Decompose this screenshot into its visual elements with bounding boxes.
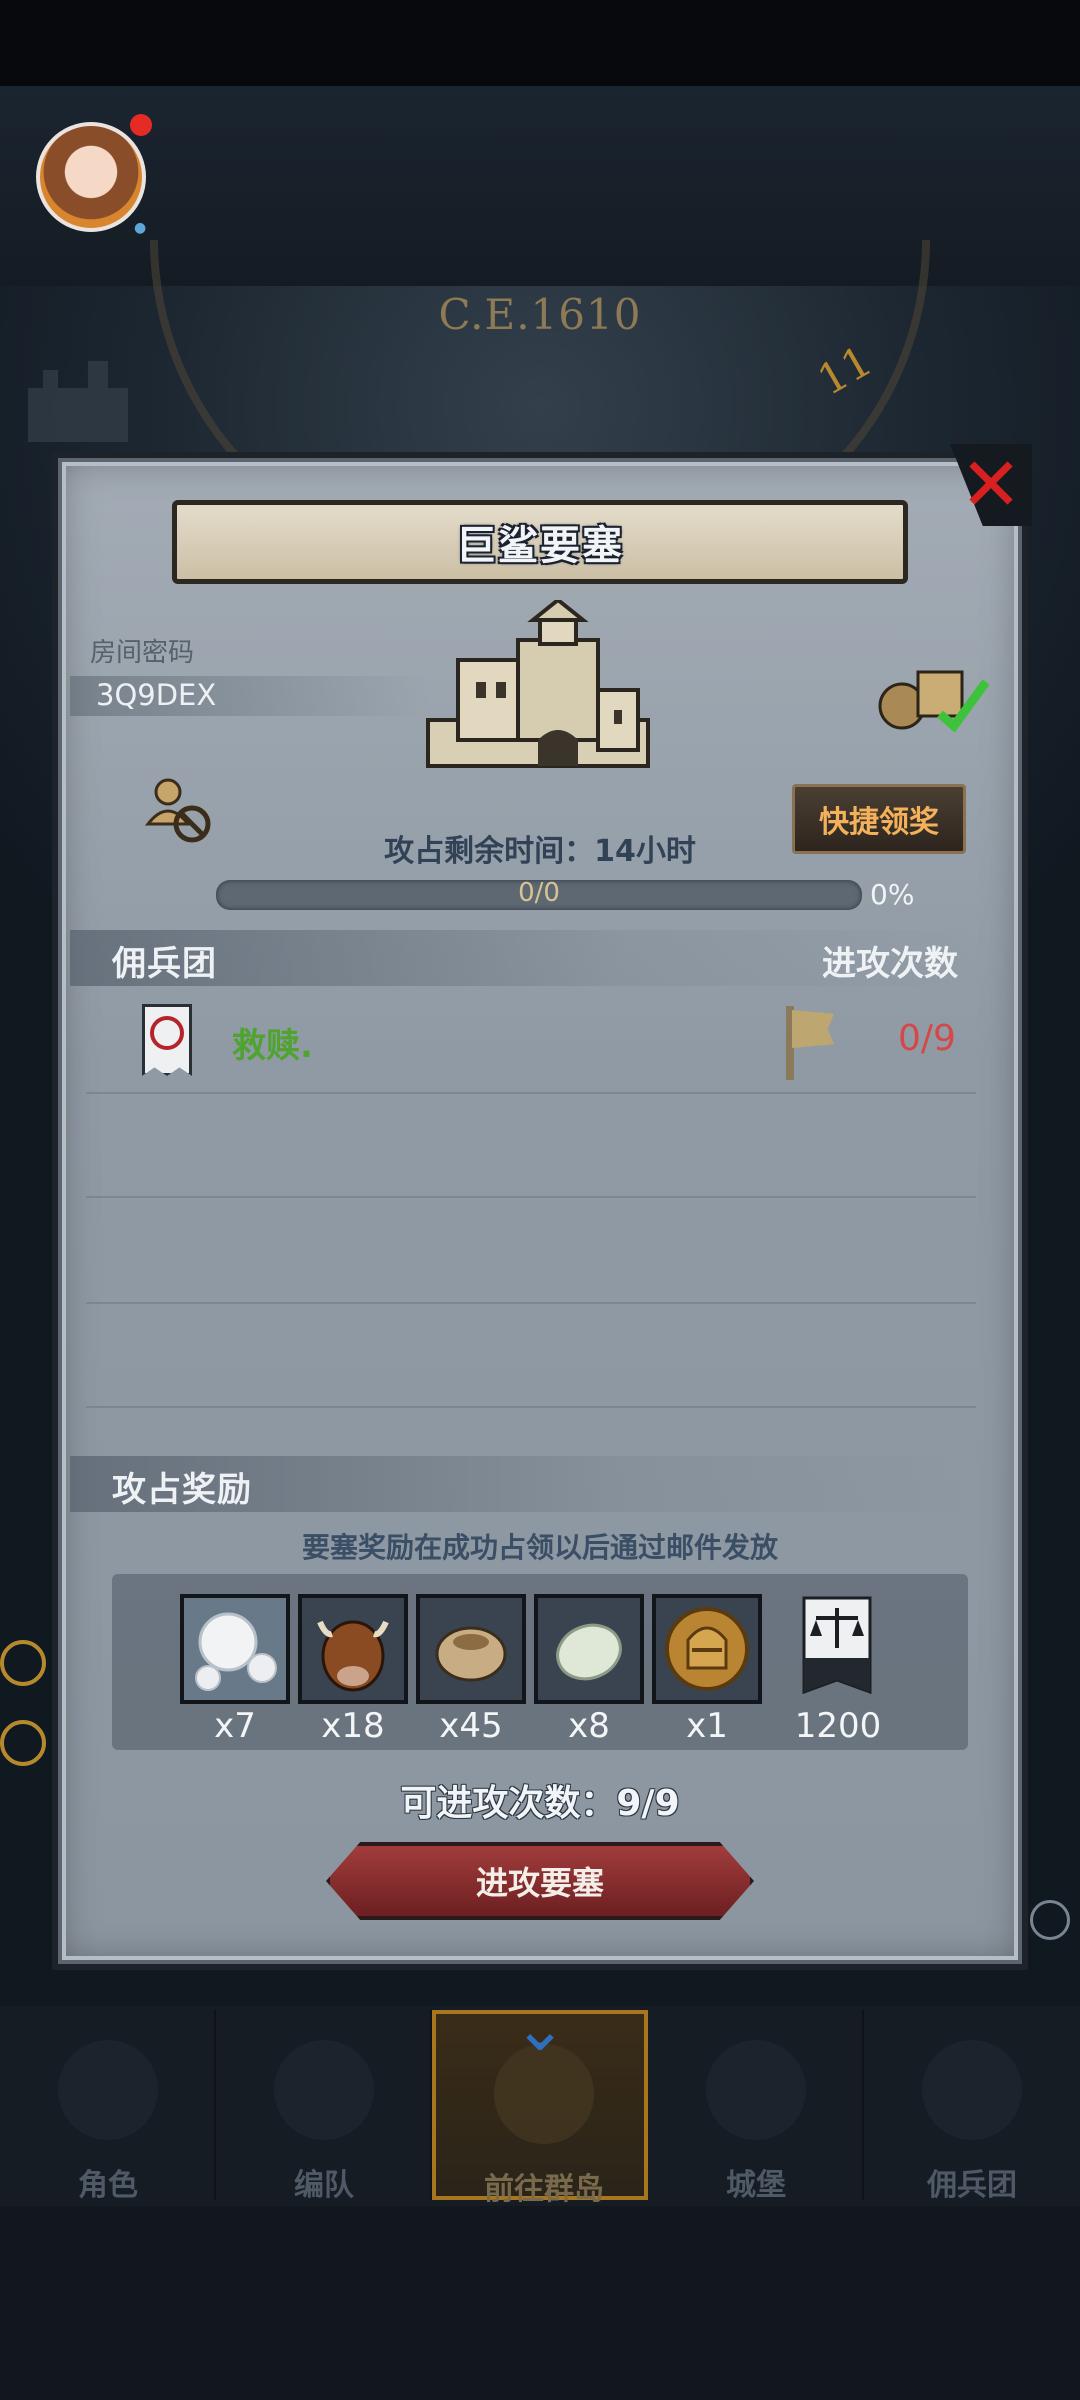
mercenary-header: 佣兵团 (112, 944, 217, 984)
reward-qty: x18 (321, 1706, 385, 1746)
reward-slot[interactable] (180, 1594, 290, 1704)
mercenary-emblem-icon (150, 1016, 184, 1050)
formation-icon (274, 2040, 374, 2140)
reward-slot[interactable] (298, 1594, 408, 1704)
attack-times-header: 进攻次数 (822, 944, 958, 984)
reward-qty: 1200 (794, 1706, 882, 1746)
nav-label: 角色 (78, 2168, 138, 2203)
era-year: C.E.1610 (438, 290, 642, 339)
gem-stone-icon (538, 1598, 640, 1700)
chevron-down-icon: ⌄ (513, 1992, 567, 2066)
reward-qty: x7 (214, 1706, 256, 1746)
reward-qty: x1 (686, 1706, 728, 1746)
mercenary-name[interactable]: 救赎. (232, 1018, 313, 1067)
nav-item-character[interactable]: 角色 (0, 2010, 216, 2203)
nav-item-formation[interactable]: 编队 (216, 2010, 432, 2203)
nav-label: 佣兵团 (927, 2168, 1017, 2203)
character-icon (58, 2040, 158, 2140)
justice-banner-icon[interactable] (800, 1596, 874, 1700)
reward-slot[interactable] (534, 1594, 644, 1704)
row-divider (86, 1302, 976, 1304)
nav-label: 前往群岛 (484, 2172, 604, 2207)
quick-claim-label: 快捷领奖 (819, 805, 939, 840)
map-side-button[interactable] (0, 1720, 46, 1766)
room-password-value[interactable]: 3Q9DEX (96, 678, 216, 712)
nav-label: 编队 (294, 2168, 354, 2203)
castle-icon (706, 2040, 806, 2140)
status-bar-area (0, 0, 1080, 86)
bottom-safe-area (0, 2206, 1080, 2400)
capture-progress-percent: 0% (870, 878, 915, 911)
time-remaining: 攻占剩余时间：14小时 (384, 834, 696, 869)
pearl-icon (184, 1598, 286, 1700)
mercenary-attack-count: 0/9 (898, 1018, 956, 1059)
map-side-button[interactable] (0, 1640, 46, 1686)
notification-dot (130, 114, 152, 136)
nav-label: 城堡 (726, 2168, 786, 2203)
row-divider (86, 1406, 976, 1408)
grain-sack-icon (420, 1598, 522, 1700)
dialog-title-plaque: 巨鲨要塞 (172, 500, 908, 584)
no-participants-icon (144, 778, 211, 843)
quick-claim-button[interactable]: 快捷领奖 (792, 784, 966, 854)
reward-qty: x45 (439, 1706, 503, 1746)
row-divider (86, 1196, 976, 1198)
knight-helmet-medal-icon (656, 1598, 758, 1700)
close-icon[interactable]: ✕ (958, 448, 1024, 522)
reward-slot[interactable] (416, 1594, 526, 1704)
rewards-note: 要塞奖励在成功占领以后通过邮件发放 (301, 1531, 778, 1564)
avatar-badge-icon: ● (134, 220, 147, 236)
nav-item-castle[interactable]: 城堡 (648, 2010, 864, 2203)
attack-fortress-button[interactable]: 进攻要塞 (326, 1842, 754, 1920)
ox-icon (302, 1598, 404, 1700)
row-divider (86, 1092, 976, 1094)
nav-item-mercenary[interactable]: 佣兵团 (864, 2010, 1080, 2203)
rewards-header: 攻占奖励 (112, 1470, 252, 1510)
fortress-icon (426, 600, 650, 768)
reward-slot[interactable] (652, 1594, 762, 1704)
mercenary-icon (922, 2040, 1022, 2140)
attack-fortress-label: 进攻要塞 (475, 1864, 604, 1902)
dialog-title: 巨鲨要塞 (456, 523, 624, 569)
room-password-label: 房间密码 (90, 638, 195, 668)
capture-progress-text: 0/0 (518, 878, 560, 908)
reward-claimed-icon[interactable] (874, 662, 994, 732)
reward-qty: x8 (568, 1706, 610, 1746)
attacks-available: 可进攻次数：9/9 (400, 1783, 680, 1824)
player-avatar[interactable] (36, 122, 146, 232)
map-zoom-button[interactable] (1030, 1900, 1070, 1940)
